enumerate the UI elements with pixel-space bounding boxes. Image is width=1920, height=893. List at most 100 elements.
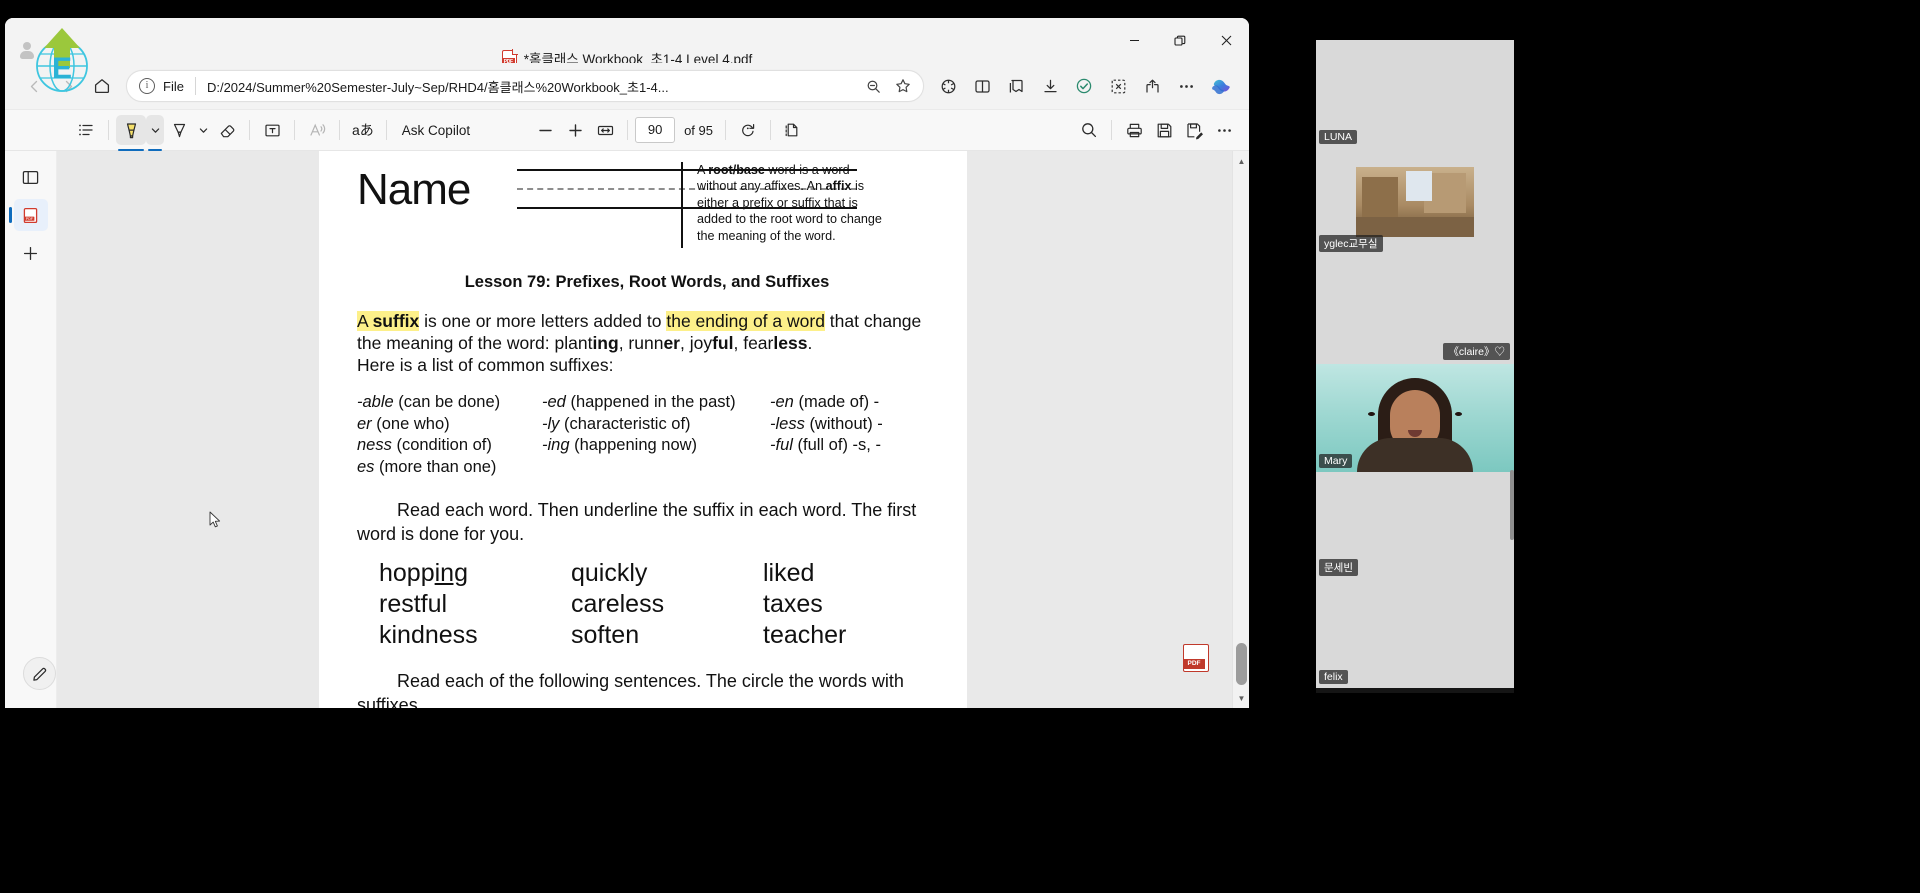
suffix-meaning: (without) - (809, 414, 883, 433)
share-icon[interactable] (1135, 70, 1169, 102)
participant-name: LUNA (1319, 130, 1358, 144)
scroll-up-icon[interactable]: ▲ (1233, 153, 1249, 169)
suffix-item: -ed (happened in the past) (542, 392, 770, 414)
print-icon[interactable] (1119, 115, 1149, 145)
search-icon[interactable] (1074, 115, 1104, 145)
url-text[interactable]: D:/2024/Summer%20Semester-July~Sep/RHD4/… (207, 77, 859, 96)
zoom-out-icon[interactable] (859, 72, 887, 100)
def-line2-post: is (851, 179, 865, 194)
extensions-icon[interactable] (931, 70, 965, 102)
more-options-icon[interactable] (1209, 115, 1239, 145)
save-as-icon[interactable] (1179, 115, 1209, 145)
participant-tile[interactable]: yglec교무실 (1316, 148, 1514, 256)
settings-more-icon[interactable] (1169, 70, 1203, 102)
pdf-thumbnail-icon[interactable]: PDF (13, 199, 48, 231)
suffix-item: -ly (characteristic of) (542, 414, 770, 436)
video-panel-scrollbar[interactable] (1510, 470, 1514, 540)
suffix-term: -ing (542, 436, 570, 454)
page-number-input[interactable]: 90 (635, 117, 676, 143)
scrollbar-thumb[interactable] (1236, 643, 1247, 685)
eraser-icon[interactable] (212, 115, 242, 145)
participant-name: felix (1319, 670, 1348, 684)
toolbar-divider-2 (249, 120, 250, 140)
site-info-icon[interactable]: i (139, 78, 155, 94)
suffix-list: -able (can be done) -ed (happened in the… (357, 392, 937, 478)
video-participants-panel: LUNA yglec교무실 《claire》♡ Mary 문세빈 felix (1316, 40, 1514, 693)
copilot-icon[interactable] (1203, 70, 1237, 102)
scroll-down-icon[interactable]: ▼ (1233, 690, 1249, 706)
ask-copilot-button[interactable]: Ask Copilot (394, 123, 478, 138)
downloads-icon[interactable] (1033, 70, 1067, 102)
highlighter-icon[interactable] (116, 115, 146, 151)
para-b-ful: ful (712, 333, 734, 353)
text-box-icon[interactable] (257, 115, 287, 145)
suffix-item: -ing (happening now) (542, 435, 770, 457)
zoom-in-button[interactable] (560, 115, 590, 145)
omnibox-divider (194, 77, 196, 95)
zoom-out-button[interactable] (530, 115, 560, 145)
sidebar-toggle-icon[interactable] (14, 161, 48, 193)
participant-tile-active-speaker[interactable]: Mary (1316, 364, 1514, 472)
suffix-term: -less (770, 414, 805, 433)
read-aloud-icon[interactable] (302, 115, 332, 145)
pen-icon[interactable] (164, 115, 194, 145)
add-tab-icon[interactable] (14, 237, 48, 269)
rotate-icon[interactable] (733, 115, 763, 145)
para-b-ing: ing (592, 333, 619, 353)
browser-window: PDF *홈클래스 Workbook_초1-4 Level 4.pdf i Fi… (5, 18, 1249, 708)
pdf-toolbar: aあ Ask Copilot 90 of 95 (5, 109, 1249, 151)
minimize-button[interactable] (1111, 18, 1157, 63)
save-icon[interactable] (1149, 115, 1179, 145)
pdf-floating-badge-icon: PDF (1183, 644, 1209, 672)
address-bar[interactable]: i File D:/2024/Summer%20Semester-July~Se… (126, 70, 924, 102)
star-icon[interactable] (889, 72, 917, 100)
word-item: soften (571, 621, 640, 649)
participant-tile[interactable]: 문세빈 (1316, 472, 1514, 580)
def-line2-pre: without any affixes. An (697, 179, 826, 194)
highlighter-dropdown-icon[interactable] (146, 115, 164, 151)
suffix-item: -ful (full of) -s, - (770, 435, 937, 457)
word-item: restful (379, 590, 448, 618)
participant-tile[interactable]: LUNA (1316, 40, 1514, 148)
table-of-contents-icon[interactable] (71, 115, 101, 145)
svg-text:E: E (52, 52, 72, 85)
suffix-meaning: (more than one) (379, 457, 497, 476)
participant-name: yglec교무실 (1319, 235, 1383, 252)
suffix-item: -en (made of) - (770, 392, 937, 414)
page-view-icon[interactable] (778, 115, 808, 145)
word-item: kindness (379, 621, 478, 649)
suffix-term: -ed (542, 393, 566, 411)
para-p7: Here is a list of common suffixes: (357, 355, 614, 375)
word-item: liked (763, 559, 815, 587)
omnibox-actions (859, 72, 917, 100)
para-p4: , joy (679, 333, 713, 353)
pen-dropdown-icon[interactable] (194, 115, 212, 145)
maximize-button[interactable] (1157, 18, 1203, 63)
participant-video-thumbnail (1356, 167, 1474, 237)
shopping-icon[interactable] (1067, 70, 1101, 102)
def-root-base-term: root/base (708, 163, 765, 177)
para-p3: , runn (618, 333, 664, 353)
word-item: taxes (763, 590, 823, 618)
split-screen-icon[interactable] (965, 70, 999, 102)
participant-tile[interactable]: 《claire》♡ (1316, 256, 1514, 364)
collections-icon[interactable] (999, 70, 1033, 102)
suffix-item: es (more than one) (357, 457, 542, 479)
close-button[interactable] (1203, 18, 1249, 63)
page-scrollbar[interactable]: ▲ ▼ (1232, 151, 1249, 708)
suffix-term: er (357, 414, 372, 433)
suffix-meaning: (characteristic of) (564, 414, 691, 433)
edit-pen-icon[interactable] (23, 657, 56, 690)
participant-tile[interactable]: felix (1316, 580, 1514, 688)
suffix-term: -en (770, 393, 794, 411)
fit-to-width-icon[interactable] (590, 115, 620, 145)
screenshot-icon[interactable] (1101, 70, 1135, 102)
suffix-item: -able (can be done) (357, 392, 542, 414)
translate-icon[interactable]: aあ (347, 115, 379, 145)
definition-box: A root/base word is a word without any a… (681, 162, 919, 249)
suffix-meaning: (can be done) (398, 393, 501, 411)
school-logo: E (36, 28, 88, 92)
word-root: hopp (379, 559, 435, 587)
word-item: quickly (571, 559, 648, 587)
page-scroll-area[interactable]: Name A root/base word is a word without … (57, 151, 1249, 708)
